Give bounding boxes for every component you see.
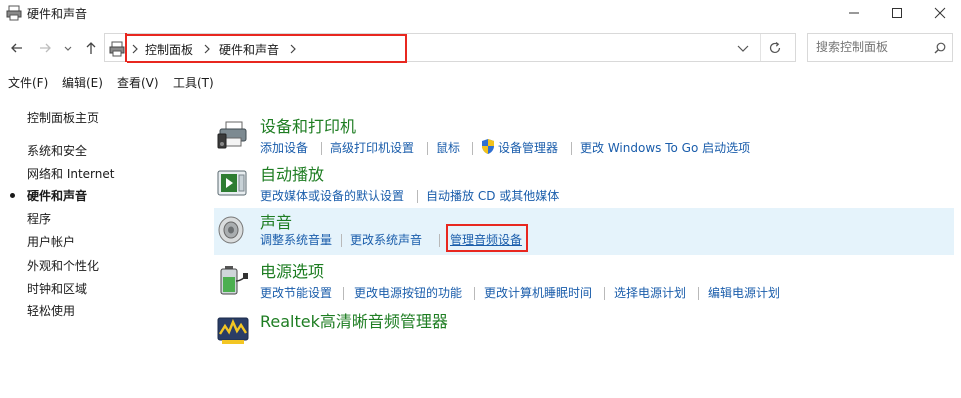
autoplay-icon [217,170,247,196]
category-title[interactable]: 设备和打印机 [260,113,356,137]
link-power-saving[interactable]: 更改节能设置 [260,284,332,301]
menu-edit[interactable]: 编辑(E) [62,74,103,91]
link-choose-power-plan[interactable]: 选择电源计划 [614,284,686,301]
breadcrumb-hardware-sound[interactable]: 硬件和声音 [219,41,279,58]
sidebar-item-system-security[interactable]: 系统和安全 [27,142,87,159]
sidebar-item-ease-of-access[interactable]: 轻松使用 [27,302,75,319]
sidebar-item-home[interactable]: 控制面板主页 [27,109,99,126]
sidebar-item-user-accounts[interactable]: 用户帐户 [27,233,75,250]
sidebar-item-appearance[interactable]: 外观和个性化 [27,257,99,274]
link-adjust-volume[interactable]: 调整系统音量 [260,231,332,248]
chevron-down-icon[interactable] [737,44,749,54]
category-power-options: 电源选项 更改节能设置 更改电源按钮的功能 更改计算机睡眠时间 选择电源计划 编… [214,260,954,308]
battery-icon [220,266,248,295]
link-separator [604,287,605,300]
link-separator [474,287,475,300]
category-sound: 声音 调整系统音量 更改系统声音 管理音频设备 [214,208,954,255]
navigation-bar: 控制面板 硬件和声音 [0,32,961,66]
recent-locations-button[interactable] [62,40,74,56]
title-bar: 硬件和声音 [0,0,961,26]
maximize-button[interactable] [874,0,920,26]
search-icon [934,42,946,54]
link-autoplay-cd[interactable]: 自动播放 CD 或其他媒体 [426,187,559,204]
refresh-icon[interactable] [768,41,782,55]
link-mouse[interactable]: 鼠标 [436,139,460,156]
sidebar-item-programs[interactable]: 程序 [27,210,51,227]
category-title[interactable]: 声音 [260,209,292,233]
link-edit-power-plan[interactable]: 编辑电源计划 [708,284,780,301]
link-power-button[interactable]: 更改电源按钮的功能 [354,284,462,301]
breadcrumb-control-panel[interactable]: 控制面板 [145,41,193,58]
maximize-icon [892,8,902,18]
link-device-manager[interactable]: 设备管理器 [498,139,558,156]
category-title[interactable]: 电源选项 [260,258,324,282]
sidebar-item-clock-region[interactable]: 时钟和区域 [27,280,87,297]
active-bullet [10,193,15,198]
link-windows-to-go[interactable]: 更改 Windows To Go 启动选项 [580,139,750,156]
arrow-up-icon [86,42,96,54]
chevron-right-icon [290,44,296,54]
chevron-right-icon [204,44,210,54]
link-advanced-printer[interactable]: 高级打印机设置 [330,139,414,156]
link-separator [571,142,572,155]
menu-tools[interactable]: 工具(T) [173,74,214,91]
link-separator [698,287,699,300]
address-bar[interactable]: 控制面板 硬件和声音 [104,33,796,63]
search-input[interactable] [816,40,926,54]
annotation-highlight-box [446,224,528,252]
category-title[interactable]: 自动播放 [260,161,324,185]
link-separator [343,287,344,300]
window-title: 硬件和声音 [27,7,88,21]
realtek-audio-icon [217,317,249,344]
sidebar-item-network[interactable]: 网络和 Internet [27,165,114,182]
link-separator [472,142,473,155]
chevron-down-icon [64,46,72,51]
sidebar-item-hardware-sound[interactable]: 硬件和声音 [27,187,87,204]
up-button[interactable] [83,40,99,56]
back-button[interactable] [9,40,25,56]
category-devices-printers: 设备和打印机 添加设备 高级打印机设置 鼠标 设备管理器 更改 Windows … [214,115,954,163]
arrow-right-icon [40,43,51,53]
link-sleep-time[interactable]: 更改计算机睡眠时间 [484,284,592,301]
close-icon [934,7,946,19]
control-panel-icon [109,41,125,57]
category-title[interactable]: Realtek高清晰音频管理器 [260,308,448,332]
shield-icon [482,139,494,154]
category-realtek: Realtek高清晰音频管理器 [214,310,954,358]
address-divider [760,34,761,61]
link-separator [321,142,322,155]
breadcrumb-highlight-left-edge [125,33,127,62]
link-separator [439,234,440,247]
printer-icon [217,121,247,149]
search-box[interactable] [807,33,953,62]
control-panel-icon [6,5,22,21]
forward-button[interactable] [37,40,53,56]
category-autoplay: 自动播放 更改媒体或设备的默认设置 自动播放 CD 或其他媒体 [214,163,954,211]
close-button[interactable] [917,0,961,26]
speaker-icon [218,216,244,244]
link-change-system-sounds[interactable]: 更改系统声音 [350,231,422,248]
link-separator [341,234,342,247]
minimize-button[interactable] [831,0,877,26]
link-change-media-defaults[interactable]: 更改媒体或设备的默认设置 [260,187,404,204]
link-separator [417,190,418,203]
link-add-device[interactable]: 添加设备 [260,139,308,156]
chevron-right-icon [132,44,138,54]
minimize-icon [849,12,859,14]
link-separator [427,142,428,155]
menu-file[interactable]: 文件(F) [8,74,48,91]
arrow-left-icon [11,43,22,53]
menu-view[interactable]: 查看(V) [117,74,159,91]
